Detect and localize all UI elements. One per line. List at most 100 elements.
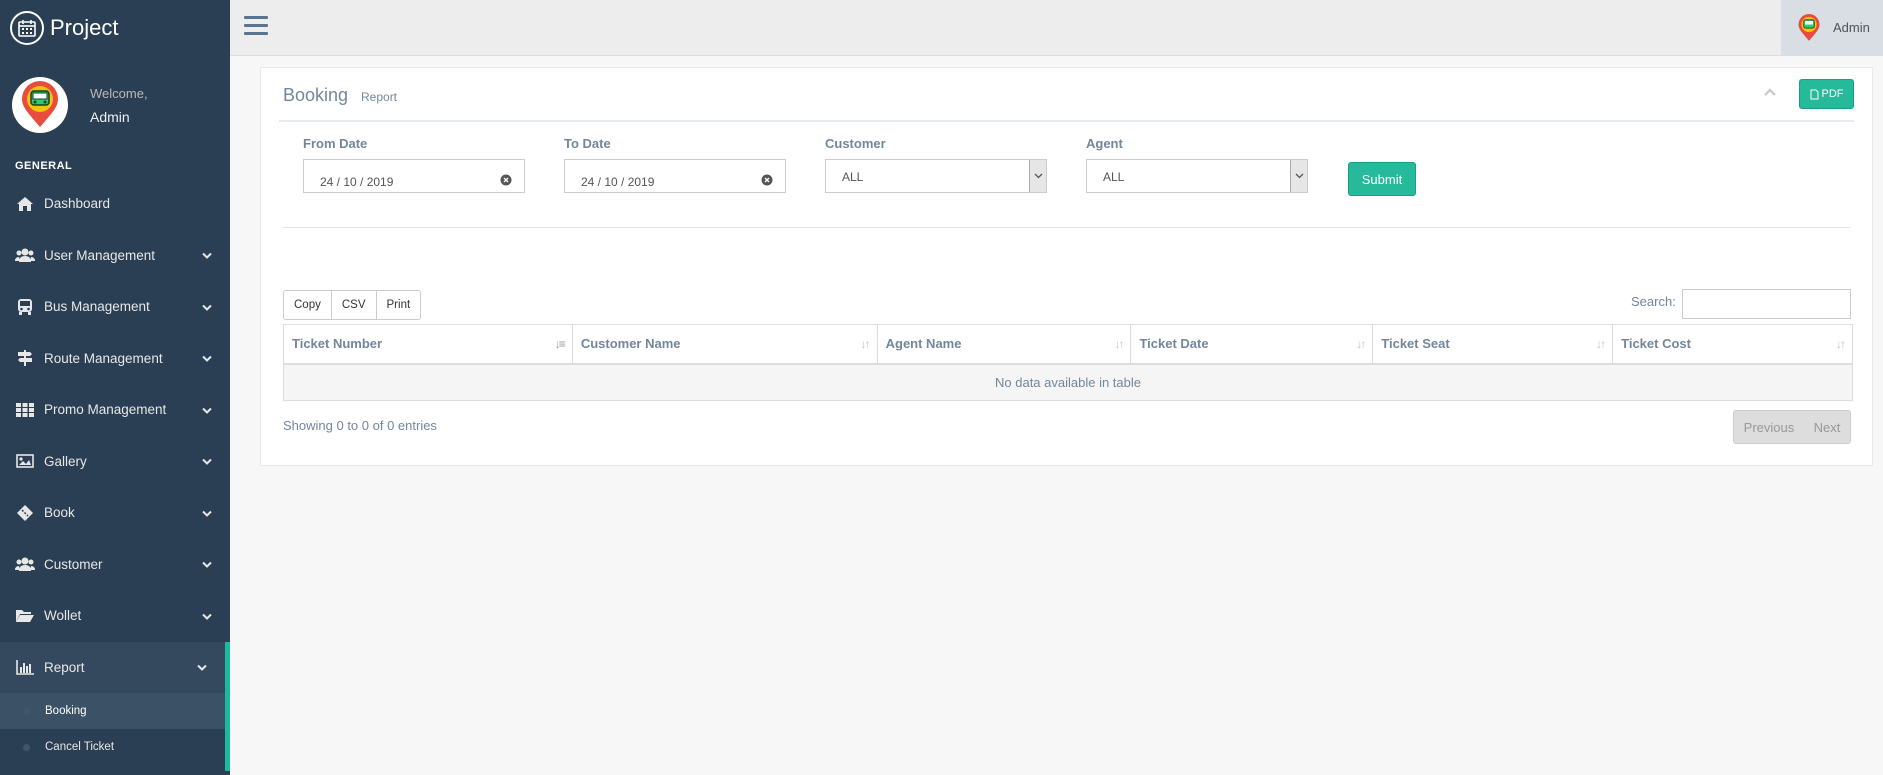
customer-select[interactable]: ALL [825,159,1047,193]
sidebar-item-customer[interactable]: Customer [0,539,230,591]
sidebar-item-promo-management[interactable]: Promo Management [0,384,230,436]
submit-button[interactable]: Submit [1348,162,1416,196]
chevron-down-icon [202,351,212,366]
sidebar-item-user-management[interactable]: User Management [0,230,230,282]
search-label: Search: [1631,294,1676,309]
sort-asc-icon: ↓≡ [554,337,566,351]
clear-icon[interactable] [500,174,512,186]
sidebar-item-dashboard[interactable]: Dashboard [0,178,230,230]
chevron-down-icon [197,660,207,675]
menu-section-title: GENERAL [15,160,73,172]
empty-table-message: No data available in table [283,363,1853,401]
ticket-icon [15,504,35,522]
sidebar-subitem-label: Booking [45,705,87,717]
customer-filter: Customer ALL [825,136,1047,193]
pdf-label: PDF [1821,88,1844,100]
csv-button[interactable]: CSV [330,290,377,320]
column-label: Agent Name [885,336,962,352]
sidebar-item-book[interactable]: Book [0,487,230,539]
sidebar-item-label: Gallery [44,453,87,469]
agent-select[interactable]: ALL [1086,159,1308,193]
file-pdf-icon [1810,89,1818,99]
sort-icon: ↓↑ [1114,337,1124,351]
user-menu[interactable]: Admin [1781,0,1883,55]
sidebar-item-label: Customer [44,556,103,572]
chevron-down-icon [202,608,212,623]
sort-icon: ↓↑ [1596,337,1606,351]
column-label: Customer Name [580,336,681,352]
sidebar-item-label: Book [44,505,75,521]
print-button[interactable]: Print [375,290,422,320]
to-date-input[interactable]: 24 / 10 / 2019 [564,159,786,193]
column-header-agent-name[interactable]: Agent Name ↓↑ [876,324,1132,365]
agent-value: ALL [1103,170,1125,184]
profile-name: Admin [90,108,130,125]
chevron-down-icon [202,248,212,263]
booking-report-panel: Booking Report PDF From Date 24 / 10 / 2… [260,67,1873,466]
sidebar-item-label: Route Management [44,350,163,366]
booking-table: Ticket Number ↓≡ Customer Name ↓↑ Agent Na… [283,324,1853,401]
chevron-down-icon [1029,160,1046,192]
sidebar-subitem-booking[interactable]: Booking [0,693,225,729]
sidebar: Project Welcome, Admin GENERAL Dashboard… [0,0,230,775]
search-input[interactable] [1682,289,1851,319]
to-date-value: 24 / 10 / 2019 [581,175,655,189]
column-label: Ticket Cost [1621,336,1691,352]
export-buttons: Copy CSV Print [283,290,422,320]
sidebar-item-report[interactable]: Report [0,641,230,693]
signpost-icon [15,349,35,367]
column-label: Ticket Number [292,336,383,352]
customer-value: ALL [842,170,864,184]
report-submenu: Booking Cancel Ticket [0,693,230,771]
clear-icon[interactable] [761,174,773,186]
sidebar-item-gallery[interactable]: Gallery [0,436,230,488]
from-date-input[interactable]: 24 / 10 / 2019 [303,159,525,193]
brand-title: Project [50,15,119,40]
home-icon [15,195,35,213]
sidebar-item-wollet[interactable]: Wollet [0,590,230,642]
grid-icon [15,401,35,419]
to-date-filter: To Date 24 / 10 / 2019 [564,136,786,193]
column-label: Ticket Seat [1381,336,1450,352]
chevron-down-icon [202,557,212,572]
sidebar-subitem-cancel-ticket[interactable]: Cancel Ticket [0,729,225,765]
chevron-down-icon [202,454,212,469]
brand[interactable]: Project [0,0,230,56]
agent-label: Agent [1086,136,1123,151]
previous-button[interactable]: Previous [1744,420,1795,435]
sidebar-item-label: Dashboard [44,196,111,212]
sidebar-item-label: User Management [44,247,156,263]
chevron-down-icon [202,505,212,520]
panel-header: Booking Report PDF [279,68,1854,122]
column-header-customer-name[interactable]: Customer Name ↓↑ [571,324,878,365]
chevron-down-icon [202,402,212,417]
table-header-row: Ticket Number ↓≡ Customer Name ↓↑ Agent Na… [283,324,1853,365]
pdf-button[interactable]: PDF [1799,79,1854,109]
column-header-ticket-date[interactable]: Ticket Date ↓↑ [1130,324,1374,365]
chevron-down-icon [202,299,212,314]
sort-icon: ↓↑ [1836,337,1846,351]
from-date-value: 24 / 10 / 2019 [320,175,394,189]
user-name: Admin [1833,20,1870,35]
next-button[interactable]: Next [1814,420,1841,435]
chevron-up-icon[interactable] [1762,84,1778,100]
copy-button[interactable]: Copy [283,290,332,320]
column-header-ticket-number[interactable]: Ticket Number ↓≡ [283,324,573,365]
image-icon [15,452,35,470]
from-date-filter: From Date 24 / 10 / 2019 [303,136,525,193]
sort-icon: ↓↑ [860,337,871,351]
sidebar-item-label: Bus Management [44,299,150,315]
bullet-icon [23,743,30,751]
bar-chart-icon [15,658,35,676]
sort-icon: ↓↑ [1356,337,1366,351]
sidebar-item-label: Wollet [44,608,82,624]
hamburger-menu-icon[interactable] [244,16,268,36]
users-icon [15,555,35,573]
column-header-ticket-cost[interactable]: Ticket Cost ↓↑ [1612,324,1853,365]
pagination: Previous Next [1733,410,1851,444]
folder-open-icon [15,607,35,625]
sidebar-item-bus-management[interactable]: Bus Management [0,281,230,333]
chevron-down-icon [1290,160,1307,192]
column-header-ticket-seat[interactable]: Ticket Seat ↓↑ [1372,324,1614,365]
sidebar-item-route-management[interactable]: Route Management [0,333,230,385]
